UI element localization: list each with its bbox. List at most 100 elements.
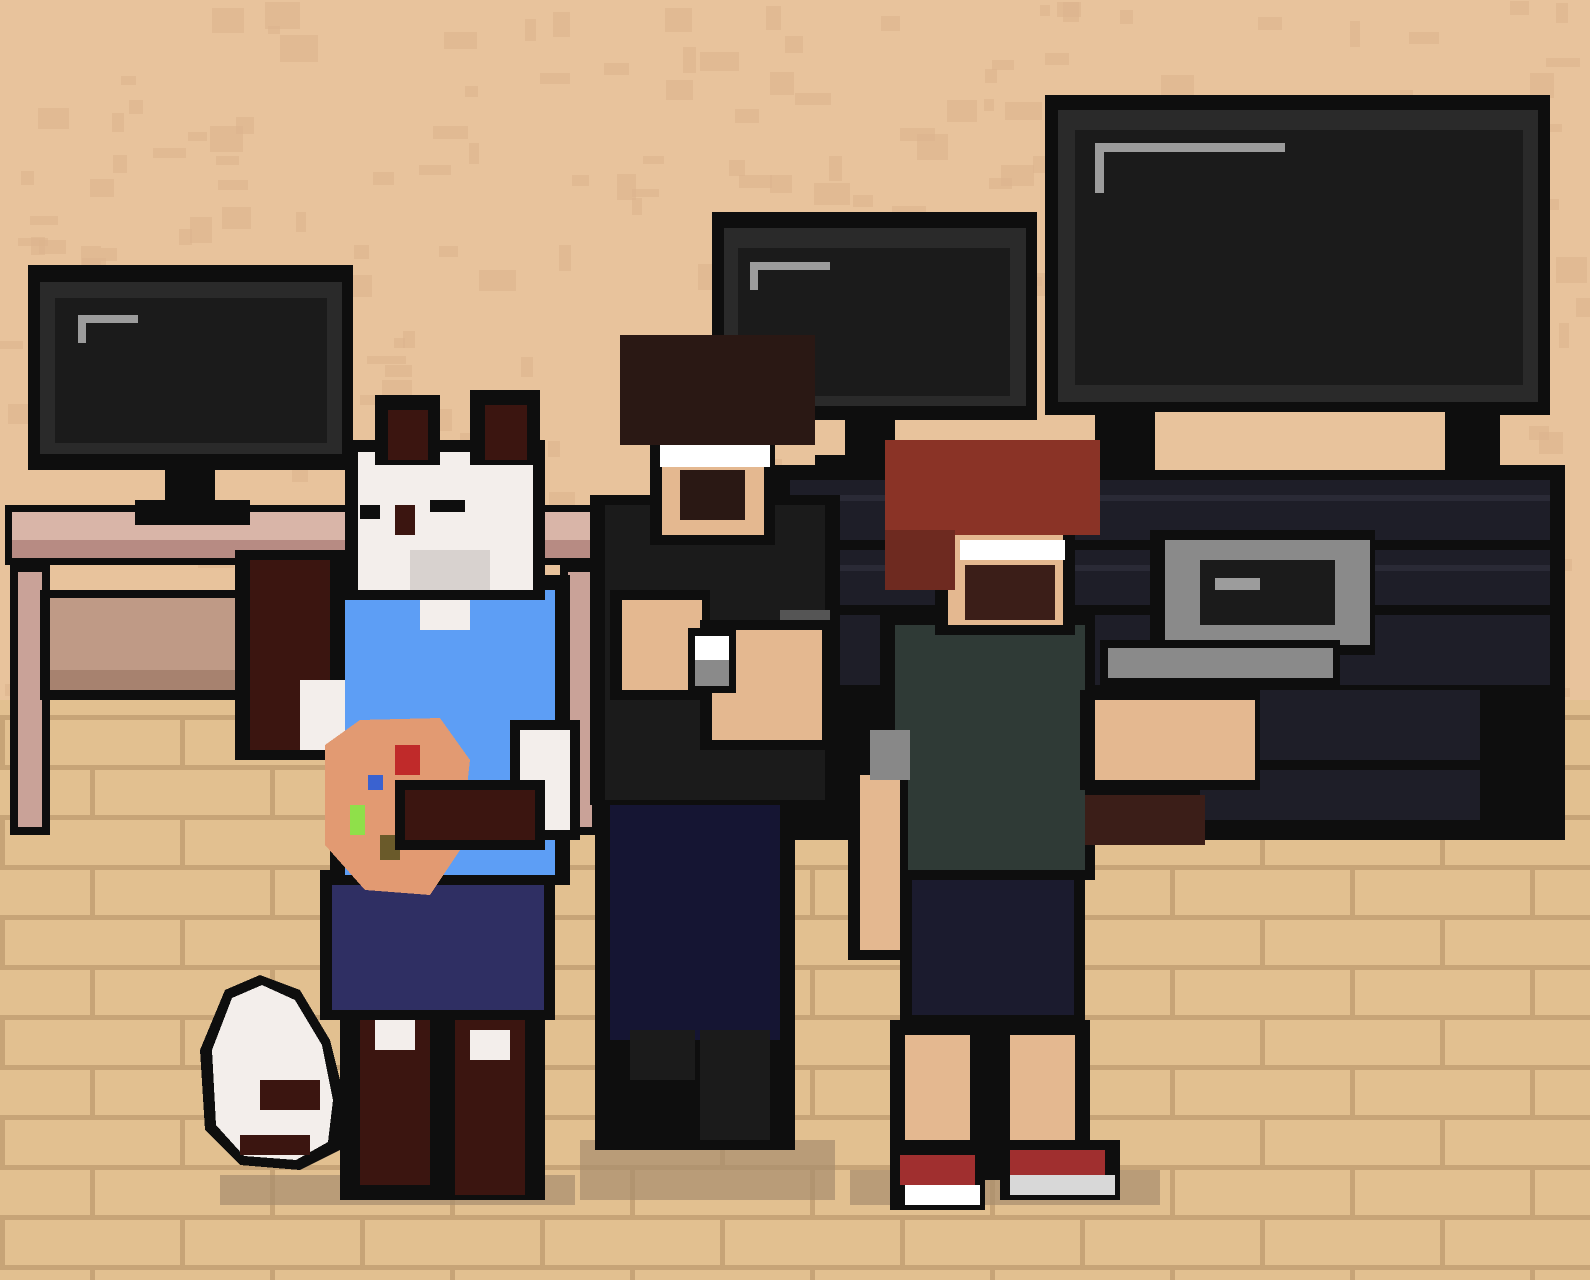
wall-texture-speck — [469, 143, 479, 164]
wall-texture-speck — [1001, 165, 1034, 186]
wall-texture-speck — [795, 93, 831, 105]
wall-texture-speck — [853, 195, 873, 207]
floor-plank-seam — [180, 915, 185, 965]
wall-texture-speck — [1549, 124, 1562, 132]
floor-plank-seam — [0, 1215, 5, 1265]
floor-plank-seam — [1350, 865, 1355, 915]
wall-texture-speck — [218, 180, 248, 190]
floor-plank-seam — [90, 765, 95, 815]
wall-texture-speck — [665, 8, 692, 32]
wall-texture-speck — [984, 99, 994, 111]
floor-plank-seam — [1260, 915, 1265, 965]
wall-texture-speck — [992, 60, 1014, 70]
monitor-right — [1045, 95, 1550, 470]
wall-texture-speck — [439, 246, 458, 257]
floor-plank-seam — [630, 1265, 635, 1280]
wall-texture-speck — [632, 189, 659, 197]
floor-plank-seam — [1350, 1065, 1355, 1115]
wall-texture-speck — [433, 126, 468, 139]
floor-plank-seam — [180, 815, 185, 865]
floor-plank-seam — [990, 1265, 995, 1280]
wall-texture-speck — [367, 356, 406, 364]
floor-plank-seam — [90, 1265, 95, 1280]
floor-plank-seam — [0, 1115, 5, 1165]
wall-texture-speck — [1040, 5, 1050, 16]
wall-texture-speck — [683, 47, 696, 73]
floor-plank-seam — [270, 865, 275, 915]
floor-plank-seam — [180, 1215, 185, 1265]
floor-plank-line — [0, 1215, 1590, 1220]
wall-texture-speck — [212, 8, 244, 33]
wall-texture-speck — [30, 216, 58, 225]
wall-texture-speck — [210, 126, 243, 152]
wall-texture-speck — [354, 245, 369, 259]
floor-plank-seam — [1170, 1165, 1175, 1215]
wall-texture-speck — [1409, 32, 1439, 44]
wall-texture-speck — [766, 6, 781, 30]
wall-texture-speck — [1005, 102, 1042, 120]
game-scene — [0, 0, 1590, 1280]
floor-plank-seam — [90, 965, 95, 1015]
wall-texture-speck — [31, 237, 45, 255]
floor-plank-seam — [1440, 1115, 1445, 1165]
wall-texture-speck — [394, 338, 405, 348]
wall-texture-speck — [21, 171, 34, 185]
wall-texture-speck — [572, 175, 589, 186]
floor-plank-seam — [1530, 1165, 1535, 1215]
wall-texture-speck — [1350, 21, 1360, 47]
floor-plank-seam — [270, 1265, 275, 1280]
wall-texture-speck — [770, 72, 794, 95]
floor-plank-seam — [180, 1015, 185, 1065]
floor-plank-seam — [1170, 965, 1175, 1015]
floor-plank-seam — [720, 1215, 725, 1265]
floor-plank-seam — [1530, 1065, 1535, 1115]
wall-texture-speck — [153, 148, 186, 158]
wall-texture-speck — [121, 76, 136, 85]
wall-texture-speck — [216, 156, 239, 165]
floor-plank-seam — [1170, 1265, 1175, 1280]
wall-texture-speck — [735, 109, 759, 123]
wall-texture-speck — [1057, 2, 1081, 17]
wall-texture-speck — [814, 183, 850, 205]
wall-texture-speck — [38, 108, 69, 129]
wall-texture-speck — [666, 80, 693, 100]
wall-texture-speck — [1510, 1, 1529, 15]
wall-texture-speck — [521, 357, 533, 377]
wall-texture-speck — [265, 2, 300, 29]
floor-plank-seam — [1170, 865, 1175, 915]
floor-plank-seam — [0, 1015, 5, 1065]
wall-texture-speck — [1161, 75, 1194, 98]
wall-texture-speck — [1530, 73, 1554, 98]
floor-plank-seam — [1260, 1015, 1265, 1065]
wall-texture-speck — [1556, 3, 1568, 23]
floor-plank-seam — [90, 865, 95, 915]
wall-texture-speck — [985, 69, 997, 83]
floor-plank-seam — [1530, 1265, 1535, 1280]
wall-texture-speck — [553, 12, 570, 37]
floor-plank-seam — [1440, 1015, 1445, 1065]
wall-texture-speck — [280, 35, 318, 62]
coffee-cup — [688, 628, 736, 693]
wall-texture-speck — [0, 341, 23, 349]
wall-texture-speck — [525, 19, 536, 41]
floor-plank-seam — [1260, 1215, 1265, 1265]
floor-plank-seam — [1350, 1165, 1355, 1215]
floor-plank-seam — [0, 715, 5, 765]
wall-texture-speck — [90, 179, 114, 197]
wall-texture-speck — [632, 198, 642, 215]
floor-plank-seam — [540, 1215, 545, 1265]
wall-texture-speck — [444, 32, 477, 49]
floor-plank-seam — [900, 1215, 905, 1265]
floor-plank-seam — [810, 965, 815, 1015]
floor-plank-seam — [1530, 865, 1535, 915]
wall-texture-speck — [917, 134, 948, 160]
wall-texture-speck — [947, 100, 977, 122]
wall-texture-speck — [829, 156, 842, 181]
wall-texture-speck — [112, 113, 124, 132]
wall-texture-speck — [770, 175, 792, 193]
wall-texture-speck — [222, 207, 251, 229]
wall-texture-speck — [729, 160, 745, 176]
wall-texture-speck — [385, 365, 412, 377]
floor-plank-seam — [1350, 1265, 1355, 1280]
floor-plank-seam — [0, 815, 5, 865]
